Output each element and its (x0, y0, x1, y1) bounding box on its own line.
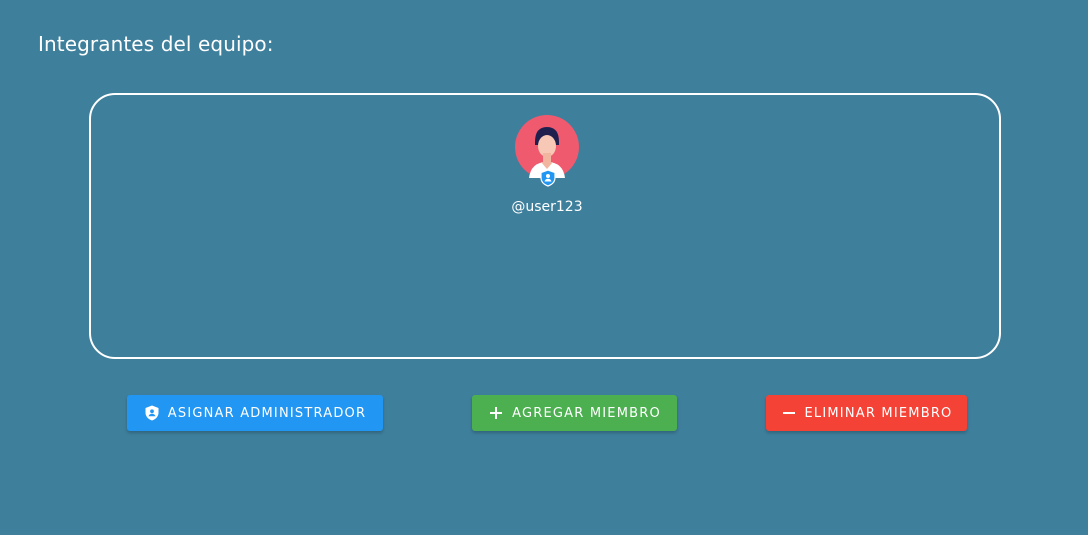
minus-icon (781, 405, 797, 421)
add-member-label: AGREGAR MIEMBRO (512, 405, 661, 421)
avatar-container (515, 115, 579, 187)
assign-admin-label: ASIGNAR ADMINISTRADOR (167, 405, 367, 421)
shield-user-icon (144, 405, 160, 421)
plus-icon (488, 405, 504, 421)
team-member-card[interactable]: @user123 (511, 115, 583, 215)
remove-member-button[interactable]: ELIMINAR MIEMBRO (766, 395, 967, 431)
member-username: @user123 (511, 199, 583, 215)
section-title: Integrantes del equipo: (38, 32, 274, 56)
remove-member-label: ELIMINAR MIEMBRO (804, 405, 953, 421)
add-member-button[interactable]: AGREGAR MIEMBRO (472, 395, 677, 431)
assign-admin-button[interactable]: ASIGNAR ADMINISTRADOR (127, 395, 383, 431)
admin-shield-icon (540, 169, 556, 187)
